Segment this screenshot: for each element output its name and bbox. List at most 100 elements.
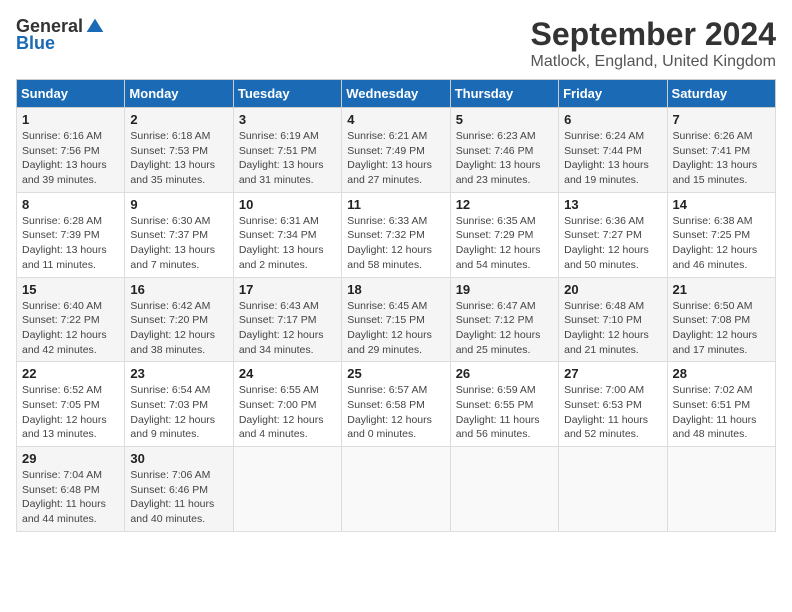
day-info: Sunrise: 6:42 AMSunset: 7:20 PMDaylight:… [130,299,227,358]
calendar-header-monday: Monday [125,80,233,108]
day-number: 20 [564,282,661,297]
calendar-week-1: 1Sunrise: 6:16 AMSunset: 7:56 PMDaylight… [17,108,776,193]
logo: General Blue [16,16,105,54]
day-info: Sunrise: 6:59 AMSunset: 6:55 PMDaylight:… [456,383,553,442]
day-info: Sunrise: 6:50 AMSunset: 7:08 PMDaylight:… [673,299,770,358]
day-info: Sunrise: 6:28 AMSunset: 7:39 PMDaylight:… [22,214,119,273]
day-info: Sunrise: 7:06 AMSunset: 6:46 PMDaylight:… [130,468,227,527]
day-number: 25 [347,366,444,381]
calendar-day-cell [450,447,558,532]
day-number: 10 [239,197,336,212]
day-number: 30 [130,451,227,466]
day-info: Sunrise: 7:04 AMSunset: 6:48 PMDaylight:… [22,468,119,527]
calendar-day-cell: 1Sunrise: 6:16 AMSunset: 7:56 PMDaylight… [17,108,125,193]
calendar-day-cell [233,447,341,532]
day-info: Sunrise: 7:00 AMSunset: 6:53 PMDaylight:… [564,383,661,442]
day-info: Sunrise: 6:23 AMSunset: 7:46 PMDaylight:… [456,129,553,188]
day-number: 24 [239,366,336,381]
day-number: 15 [22,282,119,297]
day-number: 6 [564,112,661,127]
calendar-day-cell: 28 Sunrise: 7:02 AMSunset: 6:51 PMDayligh… [667,362,775,447]
calendar-day-cell [342,447,450,532]
calendar-day-cell: 10 Sunrise: 6:31 AMSunset: 7:34 PMDayligh… [233,192,341,277]
day-number: 21 [673,282,770,297]
calendar-day-cell: 19Sunrise: 6:47 AMSunset: 7:12 PMDayligh… [450,277,558,362]
day-number: 18 [347,282,444,297]
day-number: 27 [564,366,661,381]
calendar-day-cell: 24Sunrise: 6:55 AMSunset: 7:00 PMDayligh… [233,362,341,447]
day-info: Sunrise: 6:47 AMSunset: 7:12 PMDaylight:… [456,299,553,358]
day-number: 28 [673,366,770,381]
calendar-header-saturday: Saturday [667,80,775,108]
calendar-day-cell: 30 Sunrise: 7:06 AMSunset: 6:46 PMDayligh… [125,447,233,532]
calendar-day-cell: 25 Sunrise: 6:57 AMSunset: 6:58 PMDayligh… [342,362,450,447]
location-title: Matlock, England, United Kingdom [531,53,776,71]
day-info: Sunrise: 6:33 AMSunset: 7:32 PMDaylight:… [347,214,444,273]
calendar-day-cell: 8 Sunrise: 6:28 AMSunset: 7:39 PMDaylight… [17,192,125,277]
day-info: Sunrise: 6:31 AMSunset: 7:34 PMDaylight:… [239,214,336,273]
calendar-day-cell: 29 Sunrise: 7:04 AMSunset: 6:48 PMDayligh… [17,447,125,532]
calendar-day-cell [667,447,775,532]
day-info: Sunrise: 6:54 AMSunset: 7:03 PMDaylight:… [130,383,227,442]
day-number: 3 [239,112,336,127]
day-number: 12 [456,197,553,212]
title-area: September 2024 Matlock, England, United … [531,16,776,71]
day-number: 7 [673,112,770,127]
day-number: 13 [564,197,661,212]
calendar-header-friday: Friday [559,80,667,108]
calendar-day-cell: 26 Sunrise: 6:59 AMSunset: 6:55 PMDayligh… [450,362,558,447]
calendar-day-cell: 18Sunrise: 6:45 AMSunset: 7:15 PMDayligh… [342,277,450,362]
calendar-day-cell: 21 Sunrise: 6:50 AMSunset: 7:08 PMDayligh… [667,277,775,362]
calendar-day-cell: 20 Sunrise: 6:48 AMSunset: 7:10 PMDayligh… [559,277,667,362]
day-info: Sunrise: 6:26 AMSunset: 7:41 PMDaylight:… [673,129,770,188]
month-title: September 2024 [531,16,776,53]
day-number: 14 [673,197,770,212]
day-info: Sunrise: 6:16 AMSunset: 7:56 PMDaylight:… [22,129,119,188]
day-number: 29 [22,451,119,466]
calendar-day-cell: 6 Sunrise: 6:24 AMSunset: 7:44 PMDaylight… [559,108,667,193]
calendar-header-tuesday: Tuesday [233,80,341,108]
calendar-day-cell [559,447,667,532]
day-info: Sunrise: 6:40 AMSunset: 7:22 PMDaylight:… [22,299,119,358]
day-number: 17 [239,282,336,297]
day-number: 23 [130,366,227,381]
day-number: 26 [456,366,553,381]
calendar-header-thursday: Thursday [450,80,558,108]
day-info: Sunrise: 6:57 AMSunset: 6:58 PMDaylight:… [347,383,444,442]
calendar-day-cell: 5Sunrise: 6:23 AMSunset: 7:46 PMDaylight… [450,108,558,193]
calendar-day-cell: 9 Sunrise: 6:30 AMSunset: 7:37 PMDaylight… [125,192,233,277]
calendar-day-cell: 23 Sunrise: 6:54 AMSunset: 7:03 PMDayligh… [125,362,233,447]
day-info: Sunrise: 6:19 AMSunset: 7:51 PMDaylight:… [239,129,336,188]
calendar-header-row: SundayMondayTuesdayWednesdayThursdayFrid… [17,80,776,108]
calendar-day-cell: 13Sunrise: 6:36 AMSunset: 7:27 PMDayligh… [559,192,667,277]
calendar-day-cell: 2 Sunrise: 6:18 AMSunset: 7:53 PMDaylight… [125,108,233,193]
calendar-day-cell: 22Sunrise: 6:52 AMSunset: 7:05 PMDayligh… [17,362,125,447]
day-info: Sunrise: 6:24 AMSunset: 7:44 PMDaylight:… [564,129,661,188]
calendar-day-cell: 16 Sunrise: 6:42 AMSunset: 7:20 PMDayligh… [125,277,233,362]
day-number: 16 [130,282,227,297]
day-number: 11 [347,197,444,212]
calendar-week-2: 8 Sunrise: 6:28 AMSunset: 7:39 PMDaylight… [17,192,776,277]
day-info: Sunrise: 6:21 AMSunset: 7:49 PMDaylight:… [347,129,444,188]
day-info: Sunrise: 6:38 AMSunset: 7:25 PMDaylight:… [673,214,770,273]
calendar-body: 1Sunrise: 6:16 AMSunset: 7:56 PMDaylight… [17,108,776,532]
day-number: 9 [130,197,227,212]
logo-icon [85,17,105,37]
day-info: Sunrise: 6:18 AMSunset: 7:53 PMDaylight:… [130,129,227,188]
calendar-day-cell: 3 Sunrise: 6:19 AMSunset: 7:51 PMDaylight… [233,108,341,193]
day-info: Sunrise: 6:30 AMSunset: 7:37 PMDaylight:… [130,214,227,273]
calendar-day-cell: 27 Sunrise: 7:00 AMSunset: 6:53 PMDayligh… [559,362,667,447]
calendar-day-cell: 17Sunrise: 6:43 AMSunset: 7:17 PMDayligh… [233,277,341,362]
day-info: Sunrise: 6:35 AMSunset: 7:29 PMDaylight:… [456,214,553,273]
day-number: 2 [130,112,227,127]
logo-blue: Blue [16,33,55,54]
day-info: Sunrise: 7:02 AMSunset: 6:51 PMDaylight:… [673,383,770,442]
calendar-day-cell: 4Sunrise: 6:21 AMSunset: 7:49 PMDaylight… [342,108,450,193]
calendar-day-cell: 15 Sunrise: 6:40 AMSunset: 7:22 PMDayligh… [17,277,125,362]
day-number: 8 [22,197,119,212]
calendar-week-5: 29 Sunrise: 7:04 AMSunset: 6:48 PMDayligh… [17,447,776,532]
day-info: Sunrise: 6:48 AMSunset: 7:10 PMDaylight:… [564,299,661,358]
calendar-table: SundayMondayTuesdayWednesdayThursdayFrid… [16,79,776,532]
calendar-day-cell: 12 Sunrise: 6:35 AMSunset: 7:29 PMDayligh… [450,192,558,277]
calendar-day-cell: 11 Sunrise: 6:33 AMSunset: 7:32 PMDayligh… [342,192,450,277]
